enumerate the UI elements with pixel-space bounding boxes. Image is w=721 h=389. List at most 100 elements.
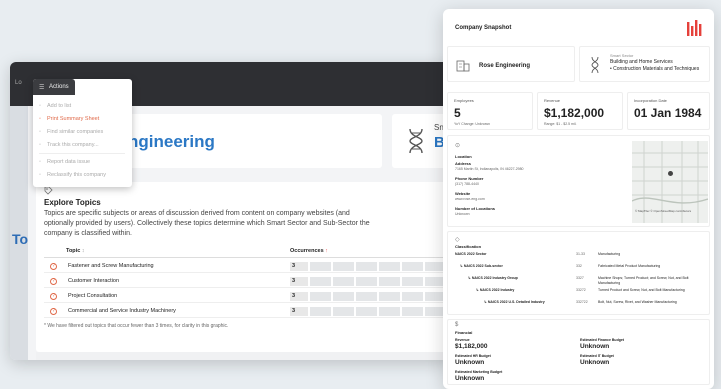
occurrence-bar-segment <box>379 262 400 271</box>
occurrence-bar-segment <box>379 292 400 301</box>
sector-small-label: Smart Sector <box>610 53 634 58</box>
company-name-card: ngineering <box>128 114 382 168</box>
phone-label: Phone Number <box>455 176 484 181</box>
employees-label: Employees <box>454 98 474 103</box>
naics-label: ↳ NAICS 2022 Sub-sector <box>460 264 503 268</box>
topic-label: Fastener and Screw Manufacturing <box>68 263 154 269</box>
building-icon <box>456 60 470 72</box>
bottom-card <box>36 352 448 360</box>
fin-revenue-label: Revenue <box>455 338 470 342</box>
occurrence-bar-segment <box>379 307 400 316</box>
address-label: Address <box>455 161 472 166</box>
table-row[interactable]: ? Commercial and Service Industry Machine… <box>44 305 446 318</box>
incorp-value: 01 Jan 1984 <box>634 106 702 120</box>
fin-mkt-value: Unknown <box>455 375 485 382</box>
occurrence-bar-segment <box>356 307 377 316</box>
topic-label: Customer Interaction <box>68 278 120 284</box>
occurrence-bar-segment <box>356 262 377 271</box>
menu-item-icon: ◦ <box>39 129 41 135</box>
table-row[interactable]: ? Fastener and Screw Manufacturing 3 <box>44 260 446 273</box>
financial-box: $ Financial Revenue $1,182,000 Estimated… <box>447 319 710 385</box>
map-pin-icon <box>668 171 673 176</box>
occurrence-count: 3 <box>290 292 308 301</box>
locations-value: Unknown <box>455 212 470 216</box>
naics-description: Manufacturing <box>598 252 621 256</box>
dna-icon <box>591 56 599 74</box>
location-map[interactable]: © MapTiler © OpenStreetMap contributors <box>632 141 708 223</box>
occurrence-bar-segment <box>356 277 377 286</box>
naics-label: NAICS 2022 Sector <box>455 252 487 256</box>
sector-box: Smart Sector Building and Home Services … <box>579 46 710 82</box>
table-row[interactable]: ? Project Consultation 3 <box>44 290 446 303</box>
explore-topics-card: Explore Topics Topics are specific subje… <box>36 182 448 352</box>
incorp-label: Incorporation Date <box>634 98 667 103</box>
hamburger-icon: ☰ <box>39 85 45 91</box>
left-panel-title: To <box>12 231 29 247</box>
table-row[interactable]: ? Customer Interaction 3 <box>44 275 446 288</box>
occurrence-bar-segment <box>310 292 331 301</box>
naics-label: ↳ NAICS 2022 U.S. Detailed Industry <box>484 300 545 304</box>
topics-footnote: * We have filtered out topics that occur… <box>44 323 229 329</box>
revenue-value: $1,182,000 <box>544 106 605 120</box>
classification-box: ◇ Classification NAICS 2022 Sector 31-33 M… <box>447 231 710 315</box>
topics-table-header: Topic ↕ Occurrences ↑ <box>44 246 444 258</box>
naics-code: 3327 <box>576 276 584 280</box>
dna-icon <box>409 128 423 154</box>
topics-description: Topics are specific subjects or areas of… <box>44 210 370 237</box>
naics-code: 31-33 <box>576 252 585 256</box>
actions-dropdown: ☰ Actions ◦ Add to list ◦ Print Summary She… <box>33 79 132 187</box>
occurrence-bar-segment <box>333 292 354 301</box>
question-icon: ? <box>50 293 57 300</box>
fin-mkt-label: Estimated Marketing Budget <box>455 370 503 374</box>
occurrence-bar-segment <box>333 262 354 271</box>
menu-item[interactable]: ◦ Find similar companies <box>39 129 103 135</box>
menu-item[interactable]: ◦ Reclassify this company <box>39 172 106 178</box>
menu-item[interactable]: ◦ Track this company... <box>39 142 99 148</box>
menu-item-icon: ◦ <box>39 103 41 109</box>
naics-description: Fabricated Metal Product Manufacturing <box>598 264 661 268</box>
fin-revenue-value: $1,182,000 <box>455 343 488 350</box>
menu-item[interactable]: ◦ Add to list <box>39 103 71 109</box>
menu-item-label: Find similar companies <box>47 129 104 135</box>
naics-description: Turned Product and Screw, Nut, and Bolt … <box>598 288 685 292</box>
occurrence-bar-segment <box>333 277 354 286</box>
topic-label: Project Consultation <box>68 293 118 299</box>
naics-code: 33272 <box>576 288 586 292</box>
naics-label: ↳ NAICS 2022 Industry <box>476 288 515 292</box>
financial-label: Financial <box>455 330 473 335</box>
fin-it-label: Estimated IT Budget <box>580 354 614 358</box>
location-label: Location <box>455 154 472 159</box>
menu-item-label: Track this company... <box>47 142 99 148</box>
snapshot-company-name: Rose Engineering <box>479 63 531 69</box>
occurrence-bar-segment <box>333 307 354 316</box>
revenue-label: Revenue <box>544 98 561 103</box>
menu-item[interactable]: ◦ Print Summary Sheet <box>39 116 99 122</box>
left-panel: To <box>10 106 28 360</box>
menu-item-icon: ◦ <box>39 142 41 148</box>
location-box: ⊙ Location Address 7165 Martin St, India… <box>447 135 710 227</box>
sector-value: Building and Home Services <box>610 59 673 65</box>
question-icon: ? <box>50 263 57 270</box>
employees-value: 5 <box>454 106 461 120</box>
occurrence-count: 3 <box>290 277 308 286</box>
top-bar-text: Lo <box>15 80 22 86</box>
tag-icon <box>44 186 53 195</box>
occurrence-bar-segment <box>356 292 377 301</box>
col-occurrences[interactable]: Occurrences ↑ <box>290 248 328 254</box>
employees-box: Employees 5 YoY Change: Unknown <box>447 92 533 130</box>
menu-item-icon: ◦ <box>39 116 41 122</box>
actions-button[interactable]: ☰ Actions <box>33 79 75 95</box>
occurrence-bar-segment <box>310 307 331 316</box>
occurrence-bar-segment <box>379 277 400 286</box>
occurrence-bar-segment <box>402 277 423 286</box>
tag-icon: ◇ <box>455 237 460 243</box>
menu-item[interactable]: ◦ Report data issue <box>39 159 90 165</box>
col-topic[interactable]: Topic ↕ <box>66 248 85 254</box>
map-caption: © MapTiler © OpenStreetMap contributors <box>635 209 692 213</box>
actions-label: Actions <box>49 84 69 90</box>
website-value[interactable]: www.rose-eng.com <box>455 197 485 201</box>
naics-label: ↳ NAICS 2022 Industry Group <box>468 276 518 280</box>
fin-hr-value: Unknown <box>455 359 485 366</box>
topics-title: Explore Topics <box>44 198 101 207</box>
menu-item-icon: ◦ <box>39 172 41 178</box>
